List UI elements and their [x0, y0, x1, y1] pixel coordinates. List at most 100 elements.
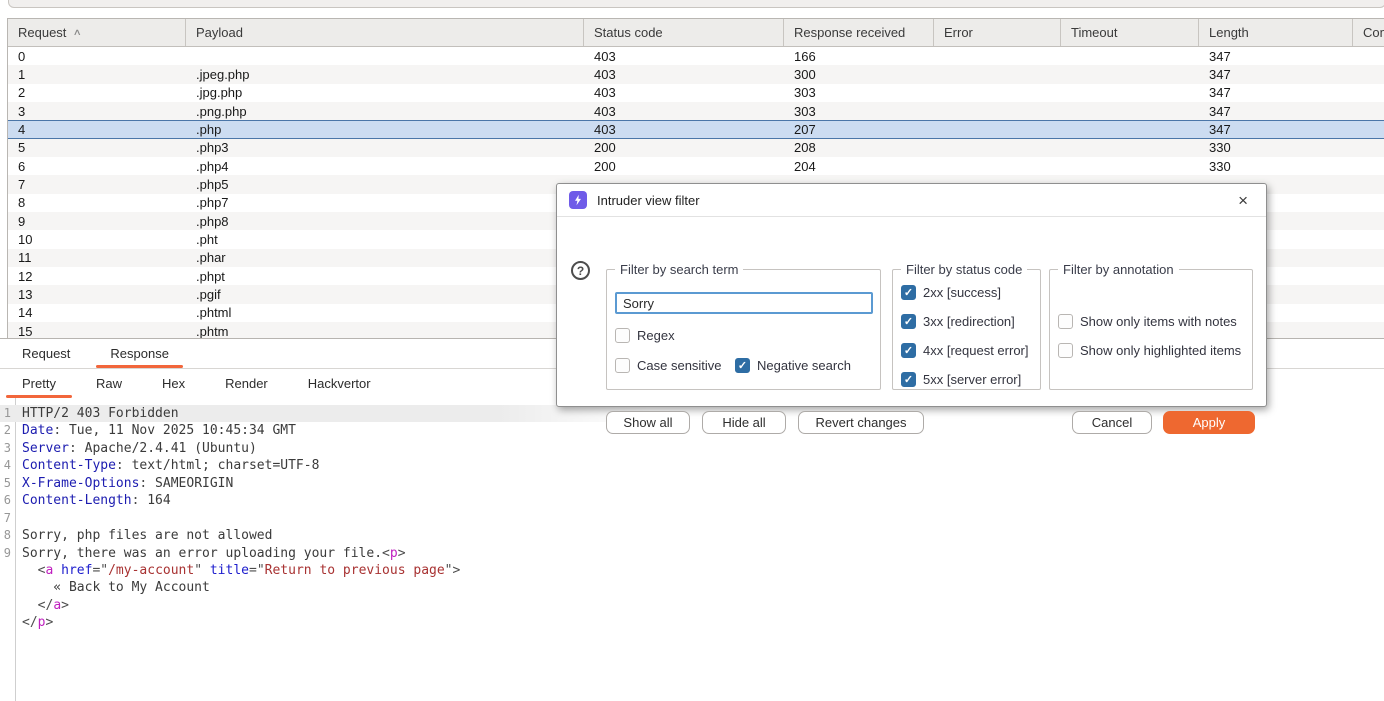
checkbox-label: Show only items with notes: [1080, 314, 1237, 329]
cell-payload: .jpg.php: [186, 85, 584, 100]
column-header-payload[interactable]: Payload: [186, 19, 584, 46]
checkbox-show-only-highlighted-items[interactable]: Show only highlighted items: [1058, 343, 1241, 358]
column-header-length[interactable]: Length: [1199, 19, 1353, 46]
cell-payload: .php8: [186, 214, 584, 229]
table-row[interactable]: 2.jpg.php403303347: [8, 84, 1384, 102]
cell-payload: .php4: [186, 159, 584, 174]
checkbox-2xx-success-[interactable]: ✓ 2xx [success]: [901, 285, 1001, 300]
column-header-com[interactable]: Com: [1353, 19, 1384, 46]
group-label: Filter by search term: [615, 262, 743, 277]
intruder-view-filter-dialog: Intruder view filter × ? Filter by searc…: [556, 183, 1267, 407]
checkbox-case-sensitive[interactable]: Case sensitive: [615, 358, 722, 373]
cell-length: 330: [1199, 140, 1353, 155]
checkbox-label: 2xx [success]: [923, 285, 1001, 300]
line-number: 9: [0, 545, 11, 562]
line-number: 6: [0, 492, 11, 509]
cell-length: 347: [1199, 122, 1353, 137]
column-header-status-code[interactable]: Status code: [584, 19, 784, 46]
cell-status: 200: [584, 159, 784, 174]
cell-response_received: 208: [784, 140, 934, 155]
apply-button[interactable]: Apply: [1163, 411, 1255, 434]
cell-request: 5: [8, 140, 186, 155]
view-tab-raw[interactable]: Raw: [76, 369, 142, 398]
checkbox-label: 5xx [server error]: [923, 372, 1021, 387]
sort-asc-icon: ∧: [73, 27, 82, 38]
close-icon[interactable]: ×: [1232, 190, 1254, 211]
unchecked-checkbox-icon: [1058, 314, 1073, 329]
tab-request[interactable]: Request: [2, 339, 90, 368]
cell-request: 14: [8, 305, 186, 320]
response-editor[interactable]: 1HTTP/2 403 Forbidden2Date: Tue, 11 Nov …: [0, 398, 1384, 701]
view-tab-hackvertor[interactable]: Hackvertor: [288, 369, 391, 398]
revert-changes-button[interactable]: Revert changes: [798, 411, 924, 434]
checked-checkbox-icon: ✓: [735, 358, 750, 373]
table-row[interactable]: 4.php403207347: [8, 120, 1384, 138]
checkbox-label: Case sensitive: [637, 358, 722, 373]
cell-length: 347: [1199, 85, 1353, 100]
cell-status: 403: [584, 122, 784, 137]
cell-response_received: 300: [784, 67, 934, 82]
editor-line: 3Server: Apache/2.4.41 (Ubuntu): [0, 440, 1384, 457]
cell-length: 347: [1199, 67, 1353, 82]
line-number: 3: [0, 440, 11, 457]
checked-checkbox-icon: ✓: [901, 285, 916, 300]
table-row[interactable]: 0403166347: [8, 47, 1384, 65]
table-row[interactable]: 3.png.php403303347: [8, 102, 1384, 120]
view-tab-pretty[interactable]: Pretty: [2, 369, 76, 398]
checkbox-label: Negative search: [757, 358, 851, 373]
view-tab-render[interactable]: Render: [205, 369, 288, 398]
cell-request: 6: [8, 159, 186, 174]
editor-line: </p>: [0, 614, 1384, 631]
checkbox-negative-search[interactable]: ✓ Negative search: [735, 358, 851, 373]
cell-request: 12: [8, 269, 186, 284]
filter-by-status-code-group: Filter by status code ✓2xx [success]✓3xx…: [892, 269, 1041, 390]
cell-request: 10: [8, 232, 186, 247]
tab-response[interactable]: Response: [90, 339, 189, 368]
cell-request: 7: [8, 177, 186, 192]
help-icon[interactable]: ?: [571, 261, 590, 280]
show-all-button[interactable]: Show all: [606, 411, 690, 434]
checkbox-3xx-redirection-[interactable]: ✓3xx [redirection]: [901, 314, 1015, 329]
group-label: Filter by annotation: [1058, 262, 1179, 277]
line-number: 1: [0, 405, 11, 422]
cell-payload: .php5: [186, 177, 584, 192]
hide-all-button[interactable]: Hide all: [702, 411, 786, 434]
cell-payload: .phar: [186, 250, 584, 265]
view-tab-hex[interactable]: Hex: [142, 369, 205, 398]
checked-checkbox-icon: ✓: [901, 372, 916, 387]
checked-checkbox-icon: ✓: [901, 343, 916, 358]
editor-line: 5X-Frame-Options: SAMEORIGIN: [0, 475, 1384, 492]
checkbox-label: 4xx [request error]: [923, 343, 1029, 358]
cell-payload: .php7: [186, 195, 584, 210]
cancel-button[interactable]: Cancel: [1072, 411, 1152, 434]
checkbox-show-only-items-with-notes[interactable]: Show only items with notes: [1058, 314, 1237, 329]
unchecked-checkbox-icon: [615, 358, 630, 373]
dialog-title-bar[interactable]: Intruder view filter ×: [557, 184, 1266, 217]
cell-request: 2: [8, 85, 186, 100]
cell-response_received: 207: [784, 122, 934, 137]
payload-toolbar-remnant: [8, 0, 1384, 8]
editor-line: 6Content-Length: 164: [0, 492, 1384, 509]
cell-payload: .jpeg.php: [186, 67, 584, 82]
results-table-header: Request∧PayloadStatus codeResponse recei…: [8, 19, 1384, 47]
line-number: 4: [0, 457, 11, 474]
table-row[interactable]: 5.php3200208330: [8, 139, 1384, 157]
filter-by-search-term-group: Filter by search term RegexCase sensitiv…: [606, 269, 881, 390]
cell-payload: .phtm: [186, 324, 584, 338]
checkbox-label: Regex: [637, 328, 675, 343]
search-term-input[interactable]: [615, 292, 873, 314]
cell-request: 15: [8, 324, 186, 338]
column-header-timeout[interactable]: Timeout: [1061, 19, 1199, 46]
cell-status: 403: [584, 85, 784, 100]
cell-request: 4: [8, 122, 186, 137]
dialog-title: Intruder view filter: [597, 193, 700, 208]
checkbox-4xx-request-error-[interactable]: ✓ 4xx [request error]: [901, 343, 1029, 358]
checkbox-regex[interactable]: Regex: [615, 328, 675, 343]
cell-request: 8: [8, 195, 186, 210]
checkbox-5xx-server-error-[interactable]: ✓ 5xx [server error]: [901, 372, 1021, 387]
column-header-error[interactable]: Error: [934, 19, 1061, 46]
column-header-response-received[interactable]: Response received: [784, 19, 934, 46]
column-header-request[interactable]: Request∧: [8, 19, 186, 46]
table-row[interactable]: 6.php4200204330: [8, 157, 1384, 175]
table-row[interactable]: 1.jpeg.php403300347: [8, 65, 1384, 83]
